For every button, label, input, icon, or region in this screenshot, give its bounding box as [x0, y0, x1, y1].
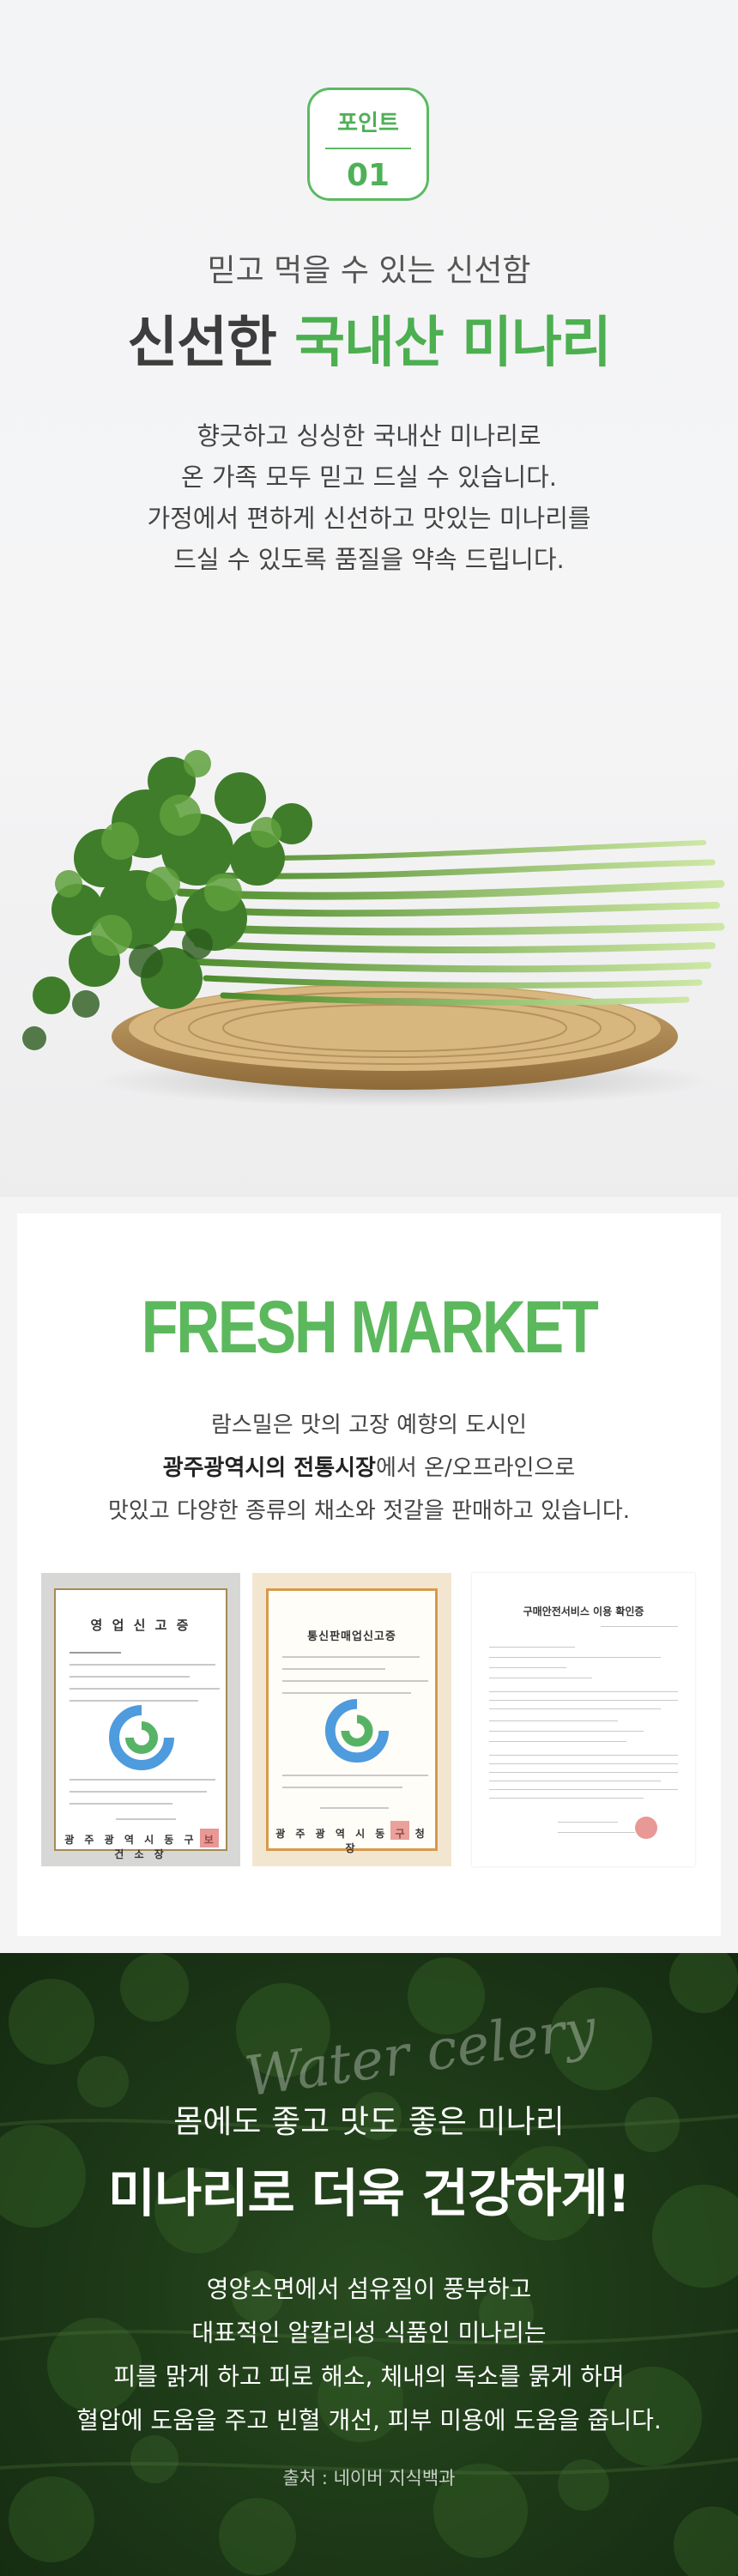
- cert-text-line: [70, 1676, 190, 1678]
- point-badge: 포인트 01: [307, 88, 429, 201]
- health-subtitle: 몸에도 좋고 맛도 좋은 미나리: [173, 2103, 565, 2140]
- intro-description-line: 온 가족 모두 믿고 드실 수 있습니다.: [180, 463, 558, 492]
- health-source: 출처 : 네이버 지식백과: [282, 2468, 456, 2488]
- cert-text-line: [282, 1668, 385, 1670]
- point-number: 01: [346, 158, 390, 193]
- cert-text-line: [282, 1692, 411, 1694]
- cert-text-line: [70, 1779, 215, 1781]
- certificate-logo-icon: [324, 1698, 390, 1763]
- point-divider: [325, 148, 411, 149]
- point-label: 포인트: [337, 111, 399, 136]
- mail-order-certificate: 통신판매업신고증 광 주 광 역 시 동 구 청 장: [252, 1573, 451, 1866]
- cert-text-line: [282, 1775, 428, 1776]
- cert-text-line: [489, 1691, 678, 1692]
- cert-text-line: [70, 1791, 207, 1793]
- fresh-market-line-2: 광주광역시의 전통시장에서 온/오프라인으로: [17, 1447, 721, 1490]
- cert-text-line: [489, 1763, 678, 1764]
- fresh-market-title: FRESH MARKET: [141, 1286, 599, 1369]
- water-celery-basket-image: [22, 750, 725, 1107]
- cert-text-line: [320, 1807, 389, 1809]
- purchase-safety-certificate: 구매안전서비스 이용 확인증: [472, 1573, 695, 1866]
- cert-text-line: [489, 1731, 644, 1732]
- cert-text-line: [70, 1803, 172, 1805]
- intro-description-line: 드실 수 있도록 품질을 약속 드립니다.: [173, 545, 565, 574]
- fresh-market-line-2-bold: 광주광역시의 전통시장: [162, 1455, 376, 1481]
- business-report-certificate: 영 업 신 고 증 광 주 광 역 시 동 구 보 건 소 장: [41, 1573, 240, 1866]
- cert-text-line: [282, 1787, 402, 1788]
- cert-text-line: [558, 1832, 635, 1833]
- fresh-market-line-1: 람스밀은 맛의 고장 예향의 도시인: [211, 1412, 527, 1438]
- mail-order-certificate-issuer: 광 주 광 역 시 동 구 청 장: [275, 1828, 428, 1854]
- business-report-certificate-paper: 영 업 신 고 증 광 주 광 역 시 동 구 보 건 소 장: [54, 1588, 227, 1860]
- health-description-line: 피를 맑게 하고 피로 해소, 체내의 독소를 묽게 하며: [113, 2362, 625, 2391]
- purchase-safety-certificate-title: 구매안전서비스 이용 확인증: [523, 1605, 644, 1618]
- cert-text-line: [489, 1667, 566, 1668]
- business-report-certificate-title: 영 업 신 고 증: [90, 1618, 191, 1633]
- official-seal-icon: [635, 1817, 657, 1839]
- cert-text-line: [70, 1700, 198, 1702]
- intro-title: 신선한 국내산 미나리: [0, 299, 738, 378]
- official-seal-icon: [390, 1821, 409, 1840]
- certificate-logo-icon: [109, 1705, 174, 1770]
- cert-text-line: [489, 1772, 678, 1773]
- fresh-market-line-3: 맛있고 다양한 종류의 채소와 젓갈을 판매하고 있습니다.: [107, 1498, 630, 1524]
- cert-text-line: [489, 1720, 618, 1721]
- cert-text-line: [489, 1789, 678, 1790]
- cert-text-line: [489, 1708, 661, 1709]
- fresh-market-section: FRESH MARKET 람스밀은 맛의 고장 예향의 도시인 광주광역시의 전…: [17, 1213, 721, 1936]
- health-description: 영양소면에서 섬유질이 풍부하고 대표적인 알칼리성 식품인 미나리는 피를 맑…: [0, 2267, 738, 2442]
- intro-subtitle: 믿고 먹을 수 있는 신선함: [207, 253, 531, 288]
- intro-title-highlight: 국내산 미나리: [294, 311, 612, 375]
- health-description-line: 영양소면에서 섬유질이 풍부하고: [206, 2275, 532, 2303]
- cert-text-line: [70, 1652, 121, 1654]
- health-title: 미나리로 더욱 건강하게!: [107, 2164, 631, 2224]
- cert-text-line: [282, 1680, 428, 1682]
- cert-text-line: [489, 1741, 626, 1742]
- intro-description-line: 향긋하고 싱싱한 국내산 미나리로: [197, 421, 541, 450]
- cert-text-line: [489, 1755, 678, 1756]
- intro-title-prefix: 신선한: [127, 311, 277, 375]
- mail-order-certificate-title: 통신판매업신고증: [307, 1630, 396, 1643]
- cert-text-line: [601, 1626, 678, 1627]
- cert-text-line: [282, 1656, 420, 1658]
- fresh-market-description: 람스밀은 맛의 고장 예향의 도시인 광주광역시의 전통시장에서 온/오프라인으…: [17, 1404, 721, 1533]
- cert-text-line: [489, 1798, 644, 1799]
- health-description-line: 혈압에 도움을 주고 빈혈 개선, 피부 미용에 도움을 줍니다.: [76, 2406, 662, 2434]
- intro-description: 향긋하고 싱싱한 국내산 미나리로 온 가족 모두 믿고 드실 수 있습니다. …: [0, 415, 738, 580]
- official-seal-icon: [200, 1829, 219, 1847]
- health-benefits-section: Water celery 몸에도 좋고 맛도 좋은 미나리 미나리로 더욱 건강…: [0, 1953, 738, 2576]
- cert-text-line: [558, 1822, 618, 1823]
- intro-section: 포인트 01 믿고 먹을 수 있는 신선함 신선한 국내산 미나리 향긋하고 싱…: [0, 0, 738, 1197]
- mail-order-certificate-paper: 통신판매업신고증 광 주 광 역 시 동 구 청 장: [266, 1588, 438, 1854]
- cert-text-line: [70, 1664, 215, 1666]
- cert-text-line: [489, 1700, 678, 1701]
- fresh-market-line-2-rest: 에서 온/오프라인으로: [375, 1455, 576, 1481]
- intro-description-line: 가정에서 편하게 신선하고 맛있는 미나리를: [147, 504, 591, 533]
- cert-text-line: [116, 1818, 176, 1820]
- cert-text-line: [489, 1657, 661, 1658]
- cert-text-line: [70, 1688, 220, 1690]
- cert-text-line: [489, 1647, 575, 1648]
- health-description-line: 대표적인 알칼리성 식품인 미나리는: [191, 2319, 547, 2347]
